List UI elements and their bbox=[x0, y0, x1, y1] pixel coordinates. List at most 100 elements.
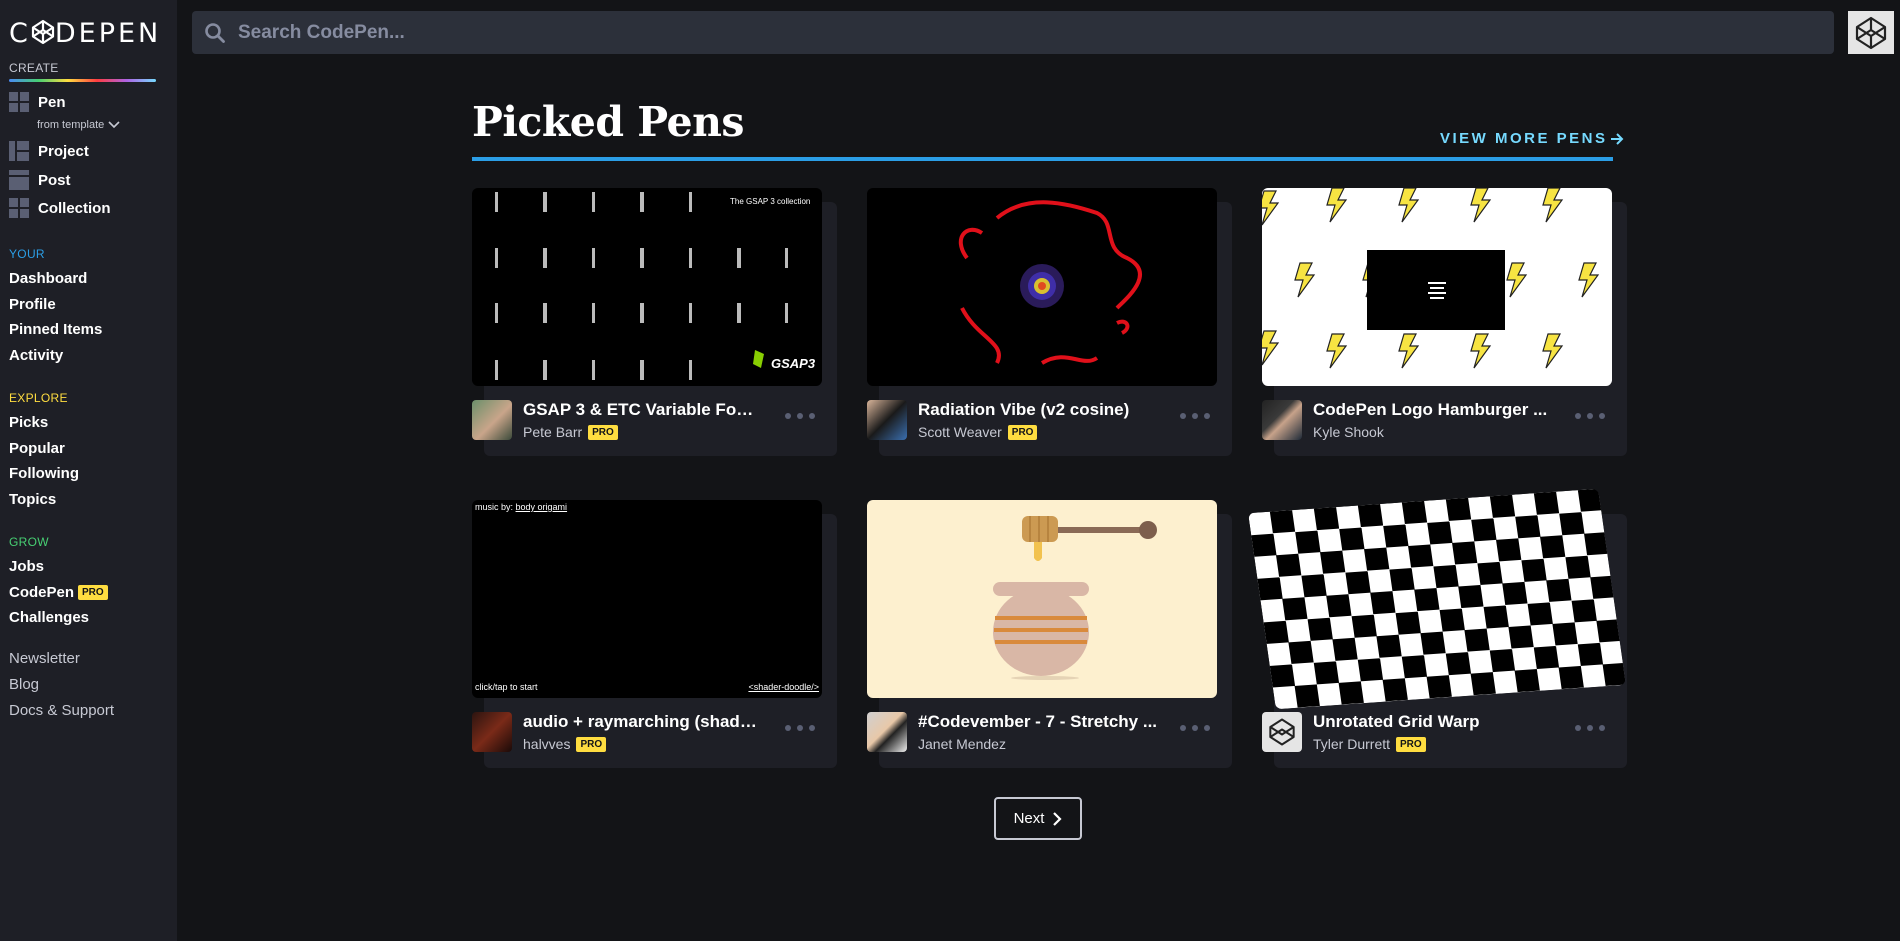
pen-card: music by: body origami click/tap to star… bbox=[472, 500, 837, 768]
nav-picks[interactable]: Picks bbox=[9, 414, 48, 431]
more-options-button[interactable] bbox=[785, 721, 815, 735]
dot-icon bbox=[809, 413, 815, 419]
next-page-button[interactable]: Next bbox=[994, 797, 1082, 840]
dot-icon bbox=[1587, 725, 1593, 731]
pen-card: The GSAP 3 collection GSAP3 GSAP 3 & ETC… bbox=[472, 188, 837, 456]
pen-thumbnail[interactable] bbox=[1248, 488, 1626, 710]
nav-popular[interactable]: Popular bbox=[9, 440, 65, 457]
pro-badge: PRO bbox=[78, 585, 108, 600]
more-options-button[interactable] bbox=[1180, 721, 1210, 735]
create-pen-item[interactable]: Pen bbox=[9, 92, 66, 112]
avatar[interactable] bbox=[472, 400, 512, 440]
dot-icon bbox=[809, 725, 815, 731]
pen-title[interactable]: #Codevember - 7 - Stretchy ... bbox=[918, 712, 1158, 732]
author-name: Pete Barr bbox=[523, 424, 583, 440]
nav-codepen-pro[interactable]: CodePen PRO bbox=[9, 584, 108, 601]
author-name: Scott Weaver bbox=[918, 424, 1002, 440]
thumbnail-caption: The GSAP 3 collection bbox=[730, 197, 811, 206]
next-label: Next bbox=[1013, 810, 1045, 827]
pen-thumbnail[interactable] bbox=[867, 500, 1217, 698]
avatar-cube-icon bbox=[1855, 16, 1887, 49]
pen-grid-icon bbox=[9, 92, 29, 112]
dot-icon bbox=[785, 413, 791, 419]
author-name: halvves bbox=[523, 736, 571, 752]
view-more-pens-link[interactable]: VIEW MORE PENS bbox=[1440, 130, 1624, 147]
thumbnail-preview bbox=[993, 516, 1157, 680]
dot-icon bbox=[1599, 725, 1605, 731]
avatar[interactable] bbox=[867, 712, 907, 752]
dot-icon bbox=[785, 725, 791, 731]
nav-dashboard[interactable]: Dashboard bbox=[9, 270, 87, 287]
chevron-right-icon bbox=[1053, 811, 1062, 826]
pen-title[interactable]: audio + raymarching (shade... bbox=[523, 712, 763, 732]
dot-icon bbox=[1599, 413, 1605, 419]
music-credit-label: music by: bbox=[475, 502, 514, 512]
music-credit-link[interactable]: body origami bbox=[516, 502, 568, 512]
your-section-label: YOUR bbox=[9, 247, 45, 261]
dot-icon bbox=[1204, 413, 1210, 419]
nav-following[interactable]: Following bbox=[9, 465, 79, 482]
nav-profile[interactable]: Profile bbox=[9, 296, 56, 313]
create-label: CREATE bbox=[9, 61, 59, 75]
author-name: Tyler Durrett bbox=[1313, 736, 1391, 752]
search-input[interactable] bbox=[238, 21, 1738, 44]
nav-jobs[interactable]: Jobs bbox=[9, 558, 44, 575]
create-pen-label: Pen bbox=[38, 93, 66, 111]
create-post-label: Post bbox=[38, 171, 71, 189]
author-name: Kyle Shook bbox=[1313, 424, 1384, 440]
search-bar[interactable] bbox=[192, 11, 1834, 54]
logo-text: C DEPEN bbox=[9, 17, 162, 49]
nav-topics[interactable]: Topics bbox=[9, 491, 56, 508]
nav-activity[interactable]: Activity bbox=[9, 347, 63, 364]
pen-author[interactable]: Pete Barr PRO bbox=[523, 424, 618, 440]
pen-card: Unrotated Grid Warp Tyler Durrett PRO bbox=[1248, 488, 1627, 768]
dot-icon bbox=[797, 413, 803, 419]
avatar[interactable] bbox=[472, 712, 512, 752]
pen-thumbnail[interactable] bbox=[867, 188, 1217, 386]
create-collection-item[interactable]: Collection bbox=[9, 198, 111, 218]
page-title: Picked Pens bbox=[472, 98, 745, 146]
pen-title[interactable]: Unrotated Grid Warp bbox=[1313, 712, 1553, 732]
nav-blog[interactable]: Blog bbox=[9, 676, 39, 693]
start-hint: click/tap to start bbox=[475, 682, 538, 692]
from-template-dropdown[interactable]: from template bbox=[37, 119, 120, 131]
pen-author[interactable]: Scott Weaver PRO bbox=[918, 424, 1038, 440]
nav-newsletter[interactable]: Newsletter bbox=[9, 650, 80, 667]
create-rainbow-divider bbox=[9, 79, 156, 82]
nav-pinned-items[interactable]: Pinned Items bbox=[9, 321, 102, 338]
create-project-label: Project bbox=[38, 142, 89, 160]
dot-icon bbox=[1204, 725, 1210, 731]
more-options-button[interactable] bbox=[785, 409, 815, 423]
more-options-button[interactable] bbox=[1575, 409, 1605, 423]
shader-doodle-link[interactable]: <shader-doodle/> bbox=[748, 682, 819, 692]
pen-card: #Codevember - 7 - Stretchy ... Janet Men… bbox=[867, 500, 1232, 768]
pen-author[interactable]: halvves PRO bbox=[523, 736, 607, 752]
create-project-item[interactable]: Project bbox=[9, 141, 89, 161]
more-options-button[interactable] bbox=[1575, 721, 1605, 735]
pen-card: Radiation Vibe (v2 cosine) Scott Weaver … bbox=[867, 188, 1232, 456]
create-post-item[interactable]: Post bbox=[9, 170, 71, 190]
avatar[interactable] bbox=[1262, 712, 1302, 752]
pen-author[interactable]: Kyle Shook bbox=[1313, 424, 1384, 440]
pen-author[interactable]: Tyler Durrett PRO bbox=[1313, 736, 1426, 752]
pen-title[interactable]: GSAP 3 & ETC Variable Font ... bbox=[523, 400, 763, 420]
title-divider bbox=[472, 157, 1613, 161]
avatar[interactable] bbox=[867, 400, 907, 440]
pen-thumbnail[interactable]: The GSAP 3 collection GSAP3 bbox=[472, 188, 822, 386]
pen-author[interactable]: Janet Mendez bbox=[918, 736, 1006, 752]
nav-challenges[interactable]: Challenges bbox=[9, 609, 89, 626]
dot-icon bbox=[1587, 413, 1593, 419]
more-options-button[interactable] bbox=[1180, 409, 1210, 423]
codepen-logo[interactable]: C DEPEN bbox=[9, 17, 162, 49]
user-avatar[interactable] bbox=[1848, 11, 1894, 54]
nav-codepen-label: CodePen bbox=[9, 584, 75, 601]
grow-section-label: GROW bbox=[9, 535, 49, 549]
dot-icon bbox=[1575, 725, 1581, 731]
pen-thumbnail[interactable]: music by: body origami click/tap to star… bbox=[472, 500, 822, 698]
pen-title[interactable]: CodePen Logo Hamburger ... bbox=[1313, 400, 1553, 420]
pen-title[interactable]: Radiation Vibe (v2 cosine) bbox=[918, 400, 1158, 420]
avatar[interactable] bbox=[1262, 400, 1302, 440]
pen-thumbnail[interactable] bbox=[1262, 188, 1612, 386]
pro-badge: PRO bbox=[1396, 736, 1426, 752]
nav-docs-support[interactable]: Docs & Support bbox=[9, 702, 114, 719]
